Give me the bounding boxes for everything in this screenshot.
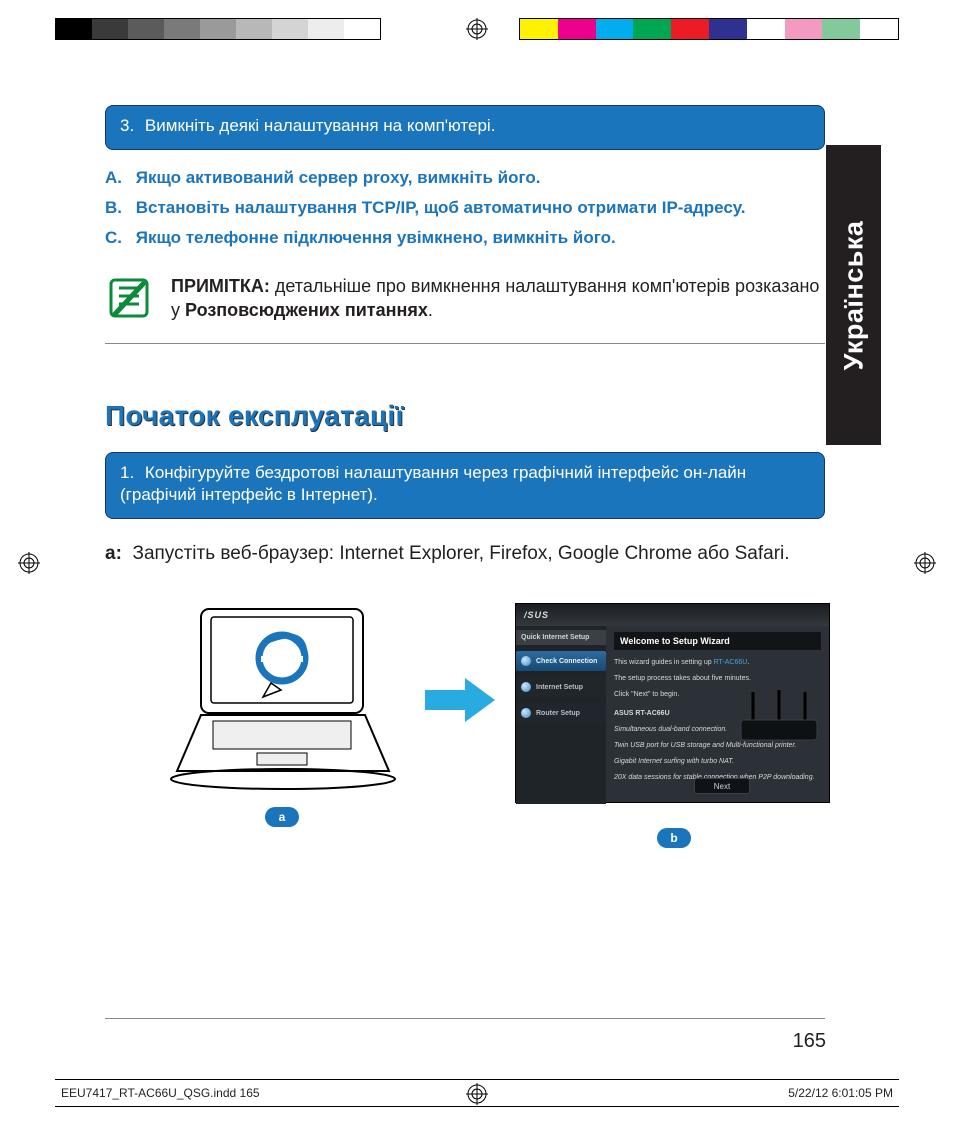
wizard-text: This wizard guides in setting up xyxy=(614,659,714,666)
illustration-row: /SUS Quick Internet Setup Check Connecti… xyxy=(105,603,825,863)
wizard-side-item: Router Setup xyxy=(516,703,606,723)
wizard-brandbar: /SUS xyxy=(516,604,829,626)
step-dot-icon xyxy=(521,656,531,666)
badge-b: b xyxy=(657,828,691,848)
step-1-box: 1. Конфігуруйте бездротові налаштування … xyxy=(105,452,825,520)
note-icon xyxy=(105,274,153,327)
registration-mark-icon xyxy=(914,552,936,574)
substep-label: C. xyxy=(105,224,131,251)
step-a-label: a: xyxy=(105,543,122,564)
printer-colorbar-left xyxy=(55,18,381,40)
substep-c: C. Якщо телефонне підключення увімкнено,… xyxy=(105,224,825,251)
arrow-icon xyxy=(425,678,495,723)
language-tab-label: Українська xyxy=(838,220,869,370)
wizard-title: Welcome to Setup Wizard xyxy=(614,632,821,650)
wizard-side-item: Check Connection xyxy=(516,651,606,671)
substep-label: B. xyxy=(105,194,131,221)
note-bold: Розповсюджених питаннях xyxy=(185,300,428,320)
step-number: 1. xyxy=(120,463,134,482)
note-post: . xyxy=(428,300,433,320)
wizard-side-header: Quick Internet Setup xyxy=(516,630,606,645)
slug-file: EEU7417_RT-AC66U_QSG.indd 165 xyxy=(61,1086,260,1100)
registration-mark-icon xyxy=(18,552,40,574)
wizard-desc: Gigabit Internet surfing with turbo NAT. xyxy=(614,757,821,767)
wizard-next-button: Next xyxy=(694,778,750,794)
step-a-body: Запустіть веб-браузер: Internet Explorer… xyxy=(132,543,789,564)
laptop-illustration xyxy=(165,603,400,793)
wizard-side-label: Router Setup xyxy=(536,710,580,717)
language-tab: Українська xyxy=(826,145,881,445)
wizard-model: RT-AC66U xyxy=(714,659,748,666)
page-number: 165 xyxy=(793,1030,826,1053)
substep-label: A. xyxy=(105,164,131,191)
wizard-main: Welcome to Setup Wizard This wizard guid… xyxy=(606,626,829,804)
wizard-line: This wizard guides in setting up RT-AC66… xyxy=(614,658,821,668)
step-text: Конфігуруйте бездротові налаштування чер… xyxy=(120,463,746,505)
wizard-side-item: Internet Setup xyxy=(516,677,606,697)
substep-b: B. Встановіть налаштування TCP/IP, щоб а… xyxy=(105,194,825,221)
step-3-box: 3. Вимкніть деякі налаштування на комп'ю… xyxy=(105,105,825,150)
note-label: ПРИМІТКА: xyxy=(171,276,270,296)
step-a-text: a: Запустіть веб-браузер: Internet Explo… xyxy=(105,541,825,567)
note-row: ПРИМІТКА: детальніше про вимкнення налаш… xyxy=(105,260,825,344)
note-text: ПРИМІТКА: детальніше про вимкнення налаш… xyxy=(171,274,825,327)
setup-wizard-screenshot: /SUS Quick Internet Setup Check Connecti… xyxy=(515,603,830,803)
registration-mark-icon xyxy=(466,18,488,40)
step-dot-icon xyxy=(521,708,531,718)
substep-text: Якщо активований сервер proxy, вимкніть … xyxy=(136,168,541,187)
wizard-side-label: Check Connection xyxy=(536,658,597,665)
badge-a: a xyxy=(265,807,299,827)
step-text: Вимкніть деякі налаштування на комп'ютер… xyxy=(145,116,496,135)
section-heading: Початок експлуатації xyxy=(105,400,825,432)
wizard-brand: /SUS xyxy=(524,610,549,620)
step-dot-icon xyxy=(521,682,531,692)
footer-rule xyxy=(105,1018,825,1019)
print-slug: EEU7417_RT-AC66U_QSG.indd 165 5/22/12 6:… xyxy=(55,1079,899,1107)
substep-text: Встановіть налаштування TCP/IP, щоб авто… xyxy=(136,198,746,217)
substep-a: A. Якщо активований сервер proxy, вимкні… xyxy=(105,164,825,191)
wizard-sidebar: Quick Internet Setup Check Connection In… xyxy=(516,626,606,804)
printer-colorbar-right xyxy=(519,18,899,40)
step-number: 3. xyxy=(120,116,134,135)
slug-datetime: 5/22/12 6:01:05 PM xyxy=(788,1086,893,1100)
substep-text: Якщо телефонне підключення увімкнено, ви… xyxy=(136,228,616,247)
router-icon xyxy=(735,690,823,746)
wizard-side-label: Internet Setup xyxy=(536,684,583,691)
wizard-line: The setup process takes about five minut… xyxy=(614,674,821,684)
